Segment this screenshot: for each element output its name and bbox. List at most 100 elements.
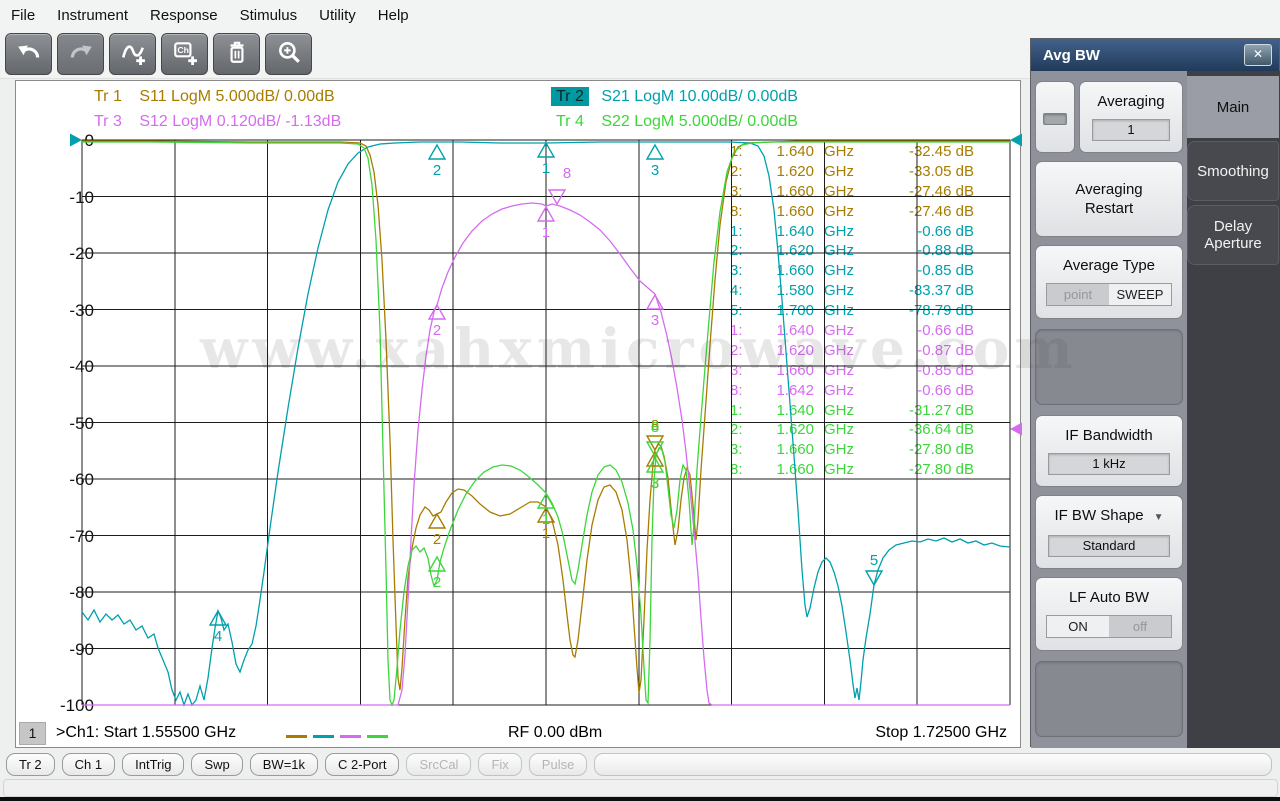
marker-readout-row: 2: 1.620 GHz -36.64 dB [730, 421, 974, 439]
trace-chip-tr3[interactable]: Tr 3 [89, 112, 127, 131]
status-tr-2[interactable]: Tr 2 [6, 752, 55, 776]
trace-label-tr4[interactable]: Tr 4 S22 LogM 5.000dB/ 0.00dB [551, 113, 798, 131]
tab-delay-aperture[interactable]: Delay Aperture [1187, 205, 1279, 265]
marker-readout-row: 1: 1.640 GHz -32.45 dB [730, 143, 974, 160]
legend-dash [286, 735, 307, 738]
status-inttrig[interactable]: IntTrig [122, 752, 185, 776]
status-bar: Tr 2 Ch 1 IntTrig Swp BW=1k C 2-Port SrcCal Fix… [0, 752, 1280, 776]
y-axis-tick: -50 [69, 413, 94, 433]
averaging-toggle-button[interactable] [1035, 81, 1075, 153]
redo-button[interactable] [57, 33, 104, 75]
status-fix[interactable]: Fix [478, 752, 522, 776]
tab-smoothing[interactable]: Smoothing [1187, 141, 1279, 201]
start-frequency-label: >Ch1: Start 1.55500 GHz [56, 724, 237, 741]
averaging-restart-label: Averaging Restart [1075, 181, 1143, 217]
y-axis-tick: -30 [69, 300, 94, 320]
zoom-button[interactable] [265, 33, 312, 75]
menu-stimulus[interactable]: Stimulus [229, 3, 309, 28]
empty-softkey-1 [1035, 329, 1183, 405]
chevron-down-icon[interactable]: ▼ [1154, 512, 1164, 523]
trace-chip-tr1[interactable]: Tr 1 [89, 87, 127, 106]
average-type-point-option[interactable]: point [1047, 284, 1109, 305]
menu-response[interactable]: Response [139, 3, 229, 28]
average-type-button[interactable]: Average Type point SWEEP [1035, 245, 1183, 319]
if-bw-shape-button[interactable]: IF BW Shape ▼ Standard [1035, 495, 1183, 569]
stop-frequency-label: Stop 1.72500 GHz [875, 724, 1007, 741]
y-axis-tick: -90 [69, 639, 94, 659]
marker-readout-row: 8: 1.660 GHz -27.80 dB [730, 461, 974, 479]
marker-readout-row: 4: 1.580 GHz -83.37 dB [730, 282, 974, 300]
lf-auto-bw-label: LF Auto BW [1068, 589, 1150, 606]
add-channel-icon: Ch [172, 39, 198, 70]
status-srccal[interactable]: SrcCal [406, 752, 472, 776]
close-icon[interactable]: ✕ [1244, 44, 1272, 66]
average-type-label: Average Type [1062, 257, 1155, 274]
marker-readout-row: 1: 1.640 GHz -0.66 dB [730, 222, 974, 240]
menu-instrument[interactable]: Instrument [46, 3, 139, 28]
tab-main[interactable]: Main [1187, 76, 1279, 138]
menu-help[interactable]: Help [367, 3, 420, 28]
marker-readout-row: 5: 1.700 GHz -78.79 dB [730, 302, 974, 320]
trace-chip-tr4[interactable]: Tr 4 [551, 112, 589, 131]
status-pulse[interactable]: Pulse [528, 752, 588, 776]
trace-text-tr1: S11 LogM 5.000dB/ 0.00dB [139, 88, 335, 105]
channel-number-badge: 1 [19, 722, 46, 745]
trace-chip-tr2[interactable]: Tr 2 [551, 87, 589, 106]
status-ch-1[interactable]: Ch 1 [61, 752, 116, 776]
legend-dash [340, 735, 361, 738]
trace-text-tr4: S22 LogM 5.000dB/ 0.00dB [601, 113, 798, 130]
status-blank [594, 752, 1272, 776]
averaging-value[interactable]: 1 [1092, 119, 1170, 141]
lf-auto-bw-toggle[interactable]: ON off [1046, 615, 1172, 638]
lf-auto-bw-off-option[interactable]: off [1109, 616, 1171, 637]
trace-label-tr2[interactable]: Tr 2 S21 LogM 10.00dB/ 0.00dB [551, 87, 798, 106]
status-c-2-port[interactable]: C 2-Port [325, 752, 400, 776]
y-axis-tick: -100 [59, 696, 94, 715]
panel-body: Averaging 1 Averaging Restart Average Ty… [1031, 71, 1187, 748]
menu-bar: File Instrument Response Stimulus Utility Hel… [0, 0, 1280, 30]
trace-label-tr1[interactable]: Tr 1 S11 LogM 5.000dB/ 0.00dB [89, 88, 335, 106]
lf-auto-bw-button[interactable]: LF Auto BW ON off [1035, 577, 1183, 651]
add-trace-button[interactable] [109, 33, 156, 75]
add-trace-icon [120, 39, 146, 70]
averaging-restart-button[interactable]: Averaging Restart [1035, 161, 1183, 237]
if-bw-shape-value[interactable]: Standard [1048, 535, 1170, 557]
panel-tab-column: Main Smoothing Delay Aperture [1187, 71, 1280, 748]
svg-text:Ch: Ch [177, 45, 189, 55]
status-bw-1k[interactable]: BW=1k [249, 752, 319, 776]
marker-readout-row: 3: 1.660 GHz -27.46 dB [730, 182, 974, 200]
marker-readout-row: 3: 1.660 GHz -27.80 dB [730, 441, 974, 459]
trash-icon [224, 39, 250, 70]
y-axis-tick: -10 [69, 187, 94, 207]
legend-dash [313, 735, 334, 738]
panel-title: Avg BW [1043, 46, 1100, 64]
marker-readout-row: 2: 1.620 GHz -0.87 dB [730, 341, 974, 359]
y-axis-tick: -20 [69, 244, 94, 263]
undo-button[interactable] [5, 33, 52, 75]
if-bandwidth-button[interactable]: IF Bandwidth 1 kHz [1035, 415, 1183, 487]
menu-utility[interactable]: Utility [308, 3, 367, 28]
trace-label-tr3[interactable]: Tr 3 S12 LogM 0.120dB/ -1.13dB [89, 113, 341, 131]
average-type-toggle[interactable]: point SWEEP [1046, 283, 1172, 306]
averaging-button[interactable]: Averaging 1 [1079, 81, 1183, 153]
status-swp[interactable]: Swp [191, 752, 243, 776]
marker-readout-row: 8: 1.642 GHz -0.66 dB [730, 381, 974, 399]
average-type-sweep-option[interactable]: SWEEP [1109, 284, 1171, 305]
if-bandwidth-value[interactable]: 1 kHz [1048, 453, 1170, 475]
marker-readout-row: 1: 1.640 GHz -31.27 dB [730, 401, 974, 419]
menu-file[interactable]: File [0, 3, 46, 28]
marker-readout-row: 2: 1.620 GHz -0.88 dB [730, 242, 974, 260]
empty-softkey-2 [1035, 661, 1183, 737]
marker-readout-row: 3: 1.660 GHz -0.85 dB [730, 262, 974, 280]
add-channel-button[interactable]: Ch [161, 33, 208, 75]
delete-button[interactable] [213, 33, 260, 75]
trace-text-tr3: S12 LogM 0.120dB/ -1.13dB [139, 113, 342, 130]
status-strip [3, 779, 1278, 797]
rf-power-label: RF 0.00 dBm [508, 724, 603, 741]
panel-header: Avg BW ✕ [1031, 39, 1279, 71]
averaging-label: Averaging [1097, 93, 1165, 110]
y-axis-tick: 0 [84, 131, 94, 150]
lf-auto-bw-on-option[interactable]: ON [1047, 616, 1109, 637]
marker-readout-row: 2: 1.620 GHz -33.05 dB [730, 162, 974, 180]
marker-readout-row: 1: 1.640 GHz -0.66 dB [730, 322, 974, 340]
